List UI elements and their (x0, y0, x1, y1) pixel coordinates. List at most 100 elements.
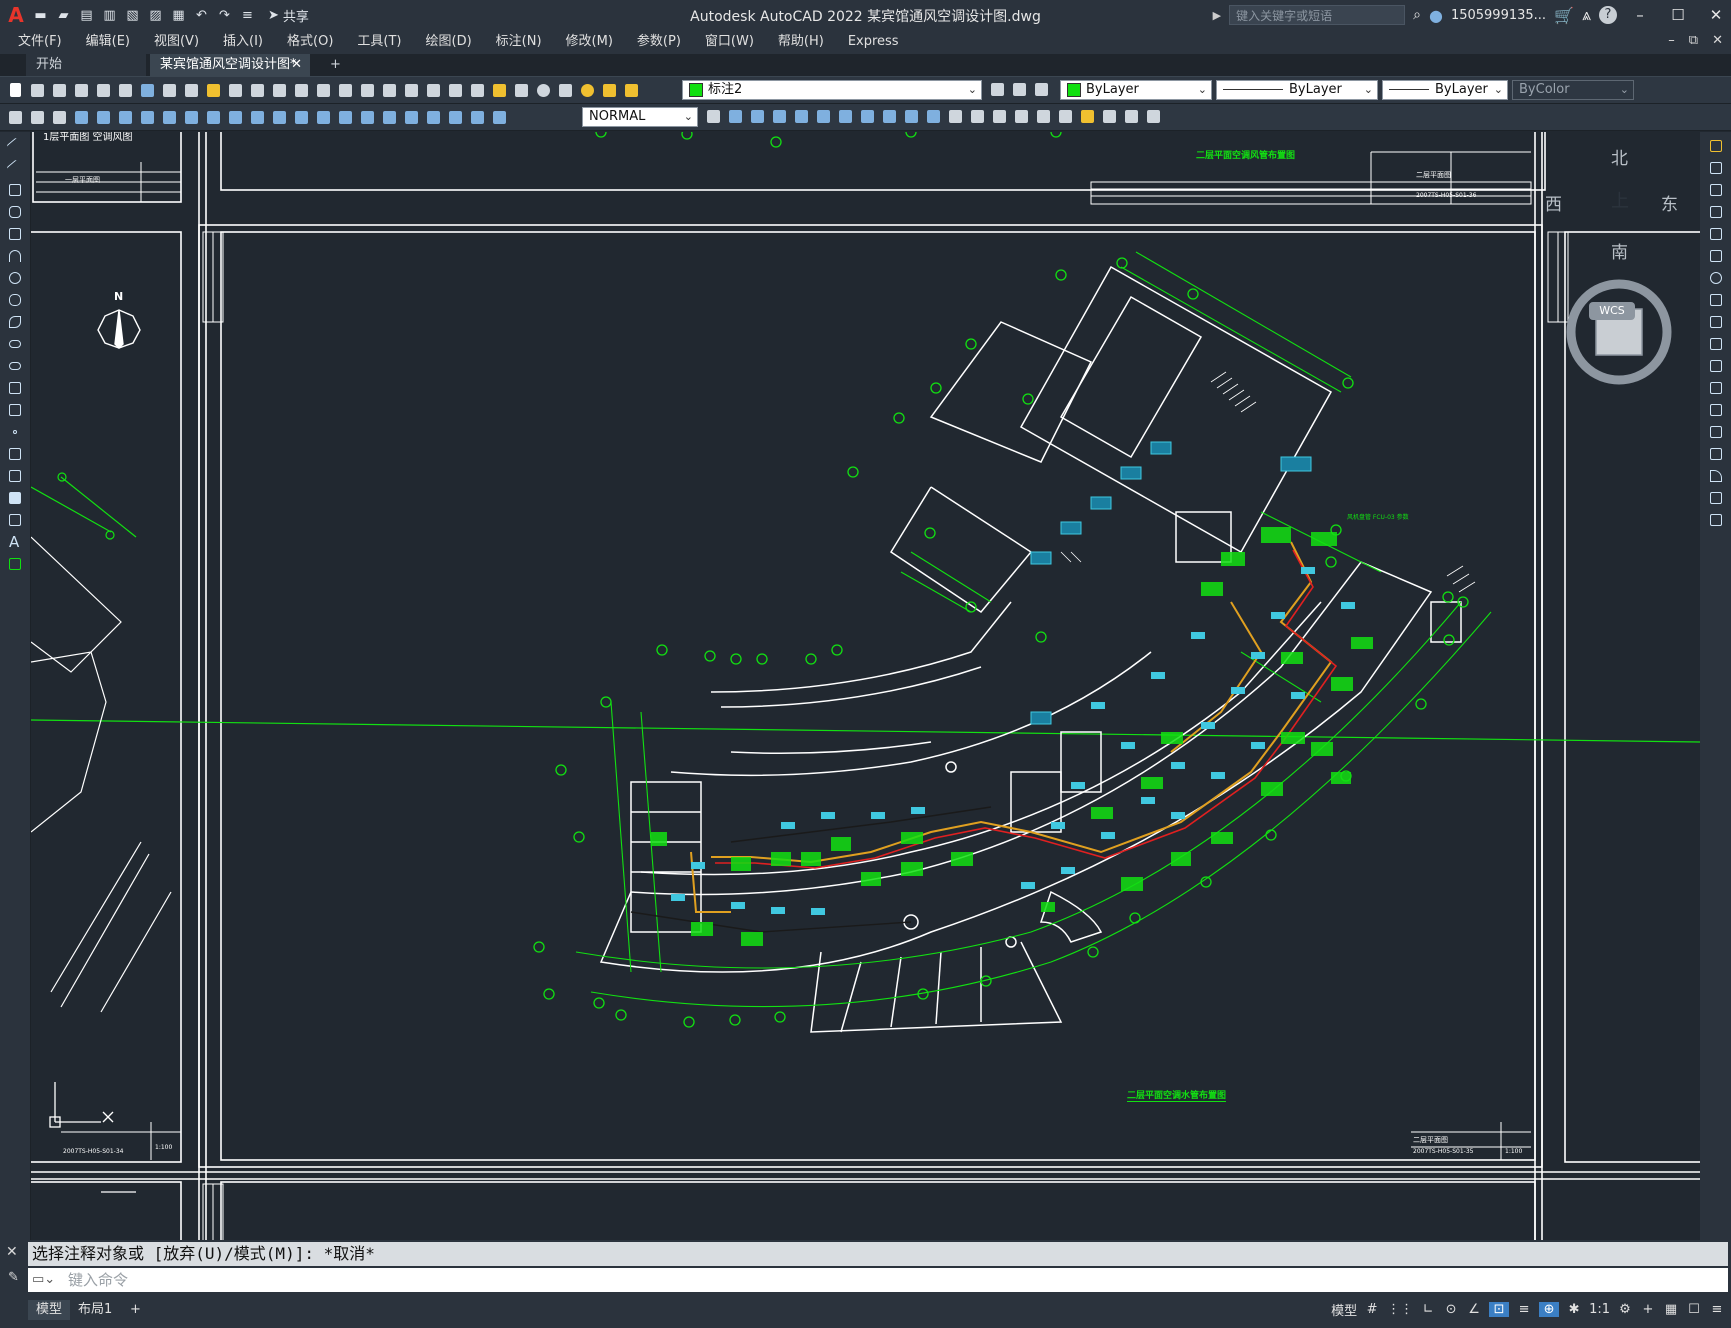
command-close-icon[interactable]: ✕ (6, 1244, 18, 1260)
break-point-icon[interactable] (1708, 380, 1724, 396)
toolpalette-icon[interactable] (446, 81, 465, 100)
hatch-back-icon[interactable] (836, 107, 855, 126)
menu-help[interactable]: 帮助(H) (766, 30, 836, 54)
annotation-monitor-icon[interactable]: + (1640, 1302, 1656, 1317)
ortho-icon[interactable]: ∟ (1420, 1302, 1436, 1317)
command-input[interactable]: ▭⌄ 键入命令 (28, 1268, 1728, 1292)
copy-tool-icon[interactable] (1708, 160, 1724, 176)
arc-dim-icon[interactable] (116, 108, 135, 127)
radius-dim-icon[interactable] (160, 108, 179, 127)
tolerance-icon[interactable] (358, 108, 377, 127)
tb2-icon-3[interactable] (50, 108, 69, 127)
ellipse-arc-icon[interactable] (7, 358, 23, 374)
share-button[interactable]: ➤ 共享 (268, 6, 309, 25)
help-icon[interactable]: ? (1599, 6, 1617, 24)
text-front-icon[interactable] (814, 107, 833, 126)
customize-icon[interactable]: ≡ (239, 7, 256, 23)
customize-status-icon[interactable]: ≡ (1709, 1302, 1725, 1317)
tb2-icon-1[interactable] (6, 108, 25, 127)
diameter-dim-icon[interactable] (204, 108, 223, 127)
calculator-icon[interactable] (512, 81, 531, 100)
make-current-icon[interactable] (988, 80, 1007, 99)
properties-icon[interactable] (402, 81, 421, 100)
drawing-canvas[interactable]: 二层平面空调风管布置图 二层平面空调水管布置图 1层平面图 空调风图 N 二层平… (31, 132, 1700, 1240)
ungroup-icon[interactable] (880, 107, 899, 126)
center-mark-icon[interactable] (380, 108, 399, 127)
polygon-icon[interactable] (7, 204, 23, 220)
move-icon[interactable] (1708, 248, 1724, 264)
new-file-icon[interactable]: ▬ (32, 7, 49, 23)
tab-model[interactable]: 模型 (28, 1300, 71, 1320)
layer-freeze-icon[interactable] (600, 81, 619, 100)
open-icon[interactable] (28, 81, 47, 100)
search-input[interactable]: 键入关键字或短语 (1229, 5, 1406, 25)
mtext-icon[interactable]: A (7, 534, 23, 550)
doc-restore-button[interactable]: ⧉ (1689, 33, 1698, 48)
polyline-icon[interactable] (7, 182, 23, 198)
ref-close-icon[interactable] (1012, 107, 1031, 126)
sheetset-icon[interactable] (468, 81, 487, 100)
array-icon[interactable] (1708, 226, 1724, 242)
attach-ref-icon[interactable] (946, 107, 965, 126)
annotation-visibility-icon[interactable]: ⊕ (1539, 1302, 1560, 1317)
maximize-button[interactable]: ☐ (1663, 6, 1693, 24)
fillet-icon[interactable] (1708, 468, 1724, 484)
open-file-icon[interactable]: ▰ (55, 7, 72, 23)
command-customize-icon[interactable]: ✎ (8, 1270, 19, 1285)
print-icon[interactable]: ▦ (170, 7, 187, 23)
trim-icon[interactable] (1708, 336, 1724, 352)
dimstyle-dropdown[interactable]: NORMAL ⌄ (582, 107, 698, 127)
menu-file[interactable]: 文件(F) (0, 30, 74, 54)
paste-icon[interactable] (204, 81, 223, 100)
point-icon[interactable] (7, 424, 23, 440)
add-layout-button[interactable]: + (122, 1300, 149, 1320)
clean-screen-icon[interactable]: ☐ (1686, 1302, 1702, 1317)
plot-icon[interactable]: ▨ (147, 7, 164, 23)
undo-icon[interactable]: ↶ (193, 7, 210, 23)
auto-scale-icon[interactable]: ✱ (1566, 1302, 1582, 1317)
lineweight-icon[interactable]: ≡ (1516, 1302, 1532, 1317)
blockeditor-icon[interactable] (248, 81, 267, 100)
pan-icon[interactable] (314, 81, 333, 100)
copy-icon[interactable] (182, 81, 201, 100)
mirror-icon[interactable] (1708, 182, 1724, 198)
layer-properties-icon[interactable] (556, 81, 575, 100)
save-as-icon[interactable]: ▥ (101, 7, 118, 23)
menu-window[interactable]: 窗口(W) (693, 30, 766, 54)
grid-icon[interactable]: # (1364, 1302, 1380, 1317)
matchprop-icon[interactable] (226, 81, 245, 100)
add-selected-icon[interactable] (7, 556, 23, 572)
menu-format[interactable]: 格式(O) (275, 30, 345, 54)
viewcube-west[interactable]: 西 (1545, 190, 1562, 215)
app-logo[interactable]: A (6, 3, 26, 27)
rotate-icon[interactable] (1708, 270, 1724, 286)
dim-space-icon[interactable] (314, 108, 333, 127)
command-prompt-icon[interactable]: ▭⌄ (32, 1268, 55, 1292)
spline-icon[interactable] (7, 314, 23, 330)
group-select-icon[interactable] (924, 107, 943, 126)
erase-icon[interactable] (1708, 138, 1724, 154)
join-icon[interactable] (1708, 424, 1724, 440)
dimstyle-icon[interactable] (704, 107, 723, 126)
ellipse-icon[interactable] (7, 336, 23, 352)
dim-text-edit-icon[interactable] (468, 108, 487, 127)
group-icon[interactable] (858, 107, 877, 126)
offset-icon[interactable] (1708, 204, 1724, 220)
make-block-icon[interactable] (7, 402, 23, 418)
snap-icon[interactable]: ⋮⋮ (1387, 1302, 1413, 1317)
quick-dim-icon[interactable] (248, 108, 267, 127)
doc-minimize-button[interactable]: – (1668, 33, 1675, 48)
dim-update-icon[interactable] (490, 108, 509, 127)
publish-icon[interactable]: ▧ (124, 7, 141, 23)
annotation-scale[interactable]: 1:1 (1589, 1302, 1610, 1317)
minimize-button[interactable]: – (1625, 6, 1655, 24)
jogged-linear-icon[interactable] (424, 108, 443, 127)
explode-icon[interactable] (1708, 512, 1724, 528)
zoom-previous-icon[interactable] (380, 81, 399, 100)
dim-break-icon[interactable] (336, 108, 355, 127)
color-dropdown[interactable]: ByLayer ⌄ (1060, 80, 1212, 100)
stretch-icon[interactable] (1708, 314, 1724, 330)
doc-close-button[interactable]: ✕ (1712, 33, 1723, 48)
bring-above-icon[interactable] (770, 107, 789, 126)
circle-icon[interactable] (7, 270, 23, 286)
